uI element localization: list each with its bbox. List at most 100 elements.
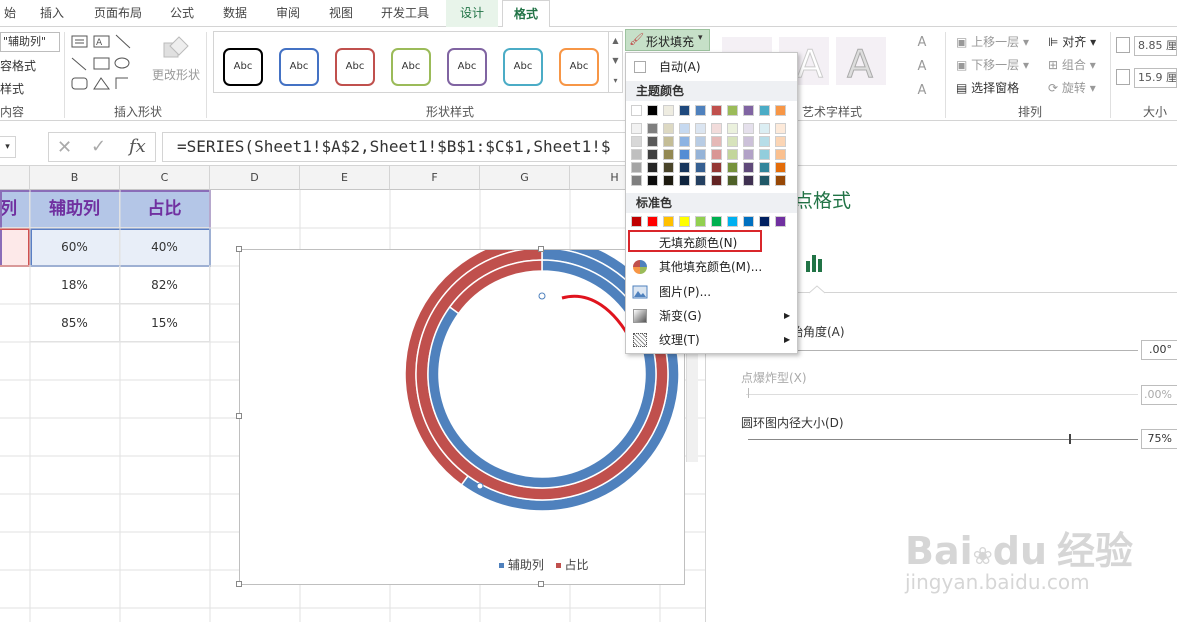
- theme-color-swatch[interactable]: [759, 105, 770, 116]
- theme-shade-swatch[interactable]: [775, 162, 786, 173]
- slider-thumb[interactable]: [1069, 434, 1071, 444]
- chart-area[interactable]: 辅助列 占比: [239, 236, 685, 585]
- shape-style-1[interactable]: Abc: [279, 48, 319, 86]
- theme-color-swatch[interactable]: [711, 105, 722, 116]
- slider-thumb[interactable]: [748, 388, 749, 398]
- selection-pane-button[interactable]: ▤ 选择窗格: [956, 79, 1019, 96]
- hole-size-slider[interactable]: [748, 439, 1138, 440]
- cancel-icon[interactable]: ✕: [57, 137, 72, 158]
- fx-icon[interactable]: fx: [129, 136, 146, 157]
- rotate-button[interactable]: ⟳ 旋转 ▾: [1048, 79, 1096, 96]
- theme-shade-swatch[interactable]: [663, 123, 674, 134]
- reset-style-button[interactable]: 样式: [0, 80, 24, 97]
- resize-handle[interactable]: [538, 246, 544, 252]
- theme-shade-swatch[interactable]: [711, 175, 722, 186]
- theme-shade-swatch[interactable]: [647, 123, 658, 134]
- theme-color-swatch[interactable]: [743, 105, 754, 116]
- theme-shade-swatch[interactable]: [679, 136, 690, 147]
- standard-color-swatch[interactable]: [695, 216, 706, 227]
- theme-shade-swatch[interactable]: [711, 149, 722, 160]
- theme-shade-swatch[interactable]: [743, 175, 754, 186]
- standard-color-swatch[interactable]: [775, 216, 786, 227]
- standard-color-swatch[interactable]: [679, 216, 690, 227]
- theme-shade-swatch[interactable]: [775, 149, 786, 160]
- first-slice-angle-slider[interactable]: [746, 350, 1138, 351]
- tab-format[interactable]: 格式: [502, 0, 550, 28]
- theme-shade-swatch[interactable]: [663, 149, 674, 160]
- theme-color-swatch[interactable]: [663, 105, 674, 116]
- gallery-scroll[interactable]: ▲ ▼ ▾: [608, 31, 622, 93]
- tab-insert[interactable]: 插入: [28, 0, 76, 27]
- standard-color-swatch[interactable]: [743, 216, 754, 227]
- theme-shade-swatch[interactable]: [695, 175, 706, 186]
- shape-style-2[interactable]: Abc: [335, 48, 375, 86]
- bring-forward-button[interactable]: ▣ 上移一层 ▾: [956, 33, 1029, 50]
- theme-shade-swatch[interactable]: [647, 175, 658, 186]
- resize-handle[interactable]: [538, 581, 544, 587]
- tab-developer[interactable]: 开发工具: [372, 0, 438, 27]
- theme-color-swatch[interactable]: [775, 105, 786, 116]
- theme-shade-swatch[interactable]: [647, 162, 658, 173]
- theme-shade-swatch[interactable]: [631, 136, 642, 147]
- shape-style-0[interactable]: Abc: [223, 48, 263, 86]
- standard-color-swatch[interactable]: [727, 216, 738, 227]
- theme-shade-swatch[interactable]: [711, 136, 722, 147]
- shape-style-4[interactable]: Abc: [447, 48, 487, 86]
- theme-shade-swatch[interactable]: [727, 136, 738, 147]
- theme-shade-swatch[interactable]: [743, 149, 754, 160]
- series-options-icon[interactable]: [804, 252, 826, 274]
- theme-shade-swatch[interactable]: [727, 175, 738, 186]
- theme-shade-swatch[interactable]: [647, 136, 658, 147]
- send-backward-button[interactable]: ▣ 下移一层 ▾: [956, 56, 1029, 73]
- theme-shade-swatch[interactable]: [711, 162, 722, 173]
- theme-shade-swatch[interactable]: [631, 162, 642, 173]
- theme-color-swatch[interactable]: [727, 105, 738, 116]
- theme-shade-swatch[interactable]: [711, 123, 722, 134]
- tab-design[interactable]: 设计: [446, 0, 498, 27]
- shapes-gallery[interactable]: A: [70, 32, 148, 94]
- group-button[interactable]: ⊞ 组合 ▾: [1048, 56, 1096, 73]
- theme-shade-swatch[interactable]: [759, 149, 770, 160]
- theme-shade-swatch[interactable]: [759, 175, 770, 186]
- theme-shade-swatch[interactable]: [663, 175, 674, 186]
- theme-shade-swatch[interactable]: [727, 162, 738, 173]
- height-input[interactable]: 8.85 厘: [1134, 36, 1177, 56]
- name-box-dropdown[interactable]: ▾: [0, 136, 16, 158]
- theme-color-swatch[interactable]: [647, 105, 658, 116]
- width-input[interactable]: 15.9 厘: [1134, 68, 1177, 88]
- tab-formulas[interactable]: 公式: [160, 0, 204, 27]
- theme-shade-swatch[interactable]: [631, 175, 642, 186]
- theme-color-swatch[interactable]: [695, 105, 706, 116]
- theme-shade-swatch[interactable]: [679, 149, 690, 160]
- menu-item-gradient[interactable]: 渐变(G) ▶: [626, 304, 797, 328]
- resize-handle[interactable]: [236, 413, 242, 419]
- theme-color-swatch[interactable]: [679, 105, 690, 116]
- tab-start[interactable]: 始: [0, 0, 20, 27]
- theme-shade-swatch[interactable]: [695, 149, 706, 160]
- theme-shade-swatch[interactable]: [695, 162, 706, 173]
- theme-shade-swatch[interactable]: [727, 123, 738, 134]
- theme-shade-swatch[interactable]: [727, 149, 738, 160]
- theme-shade-swatch[interactable]: [679, 175, 690, 186]
- standard-color-swatch[interactable]: [711, 216, 722, 227]
- theme-shade-swatch[interactable]: [759, 136, 770, 147]
- format-selection-button[interactable]: 容格式: [0, 57, 36, 74]
- theme-shade-swatch[interactable]: [647, 149, 658, 160]
- menu-item-texture[interactable]: 纹理(T) ▶: [626, 328, 797, 352]
- standard-color-swatch[interactable]: [647, 216, 658, 227]
- theme-shade-swatch[interactable]: [663, 136, 674, 147]
- resize-handle[interactable]: [236, 246, 242, 252]
- resize-handle[interactable]: [236, 581, 242, 587]
- tab-review[interactable]: 审阅: [266, 0, 310, 27]
- menu-item-picture[interactable]: 图片(P)...: [626, 280, 797, 304]
- theme-shade-swatch[interactable]: [695, 136, 706, 147]
- theme-shade-swatch[interactable]: [743, 123, 754, 134]
- standard-color-swatch[interactable]: [631, 216, 642, 227]
- doughnut-chart[interactable]: [240, 236, 684, 584]
- theme-shade-swatch[interactable]: [775, 175, 786, 186]
- shape-style-6[interactable]: Abc: [559, 48, 599, 86]
- selection-handle[interactable]: [476, 482, 484, 490]
- point-explosion-slider[interactable]: [746, 394, 1138, 395]
- theme-color-swatch[interactable]: [631, 105, 642, 116]
- chart-legend[interactable]: 辅助列 占比: [499, 556, 589, 573]
